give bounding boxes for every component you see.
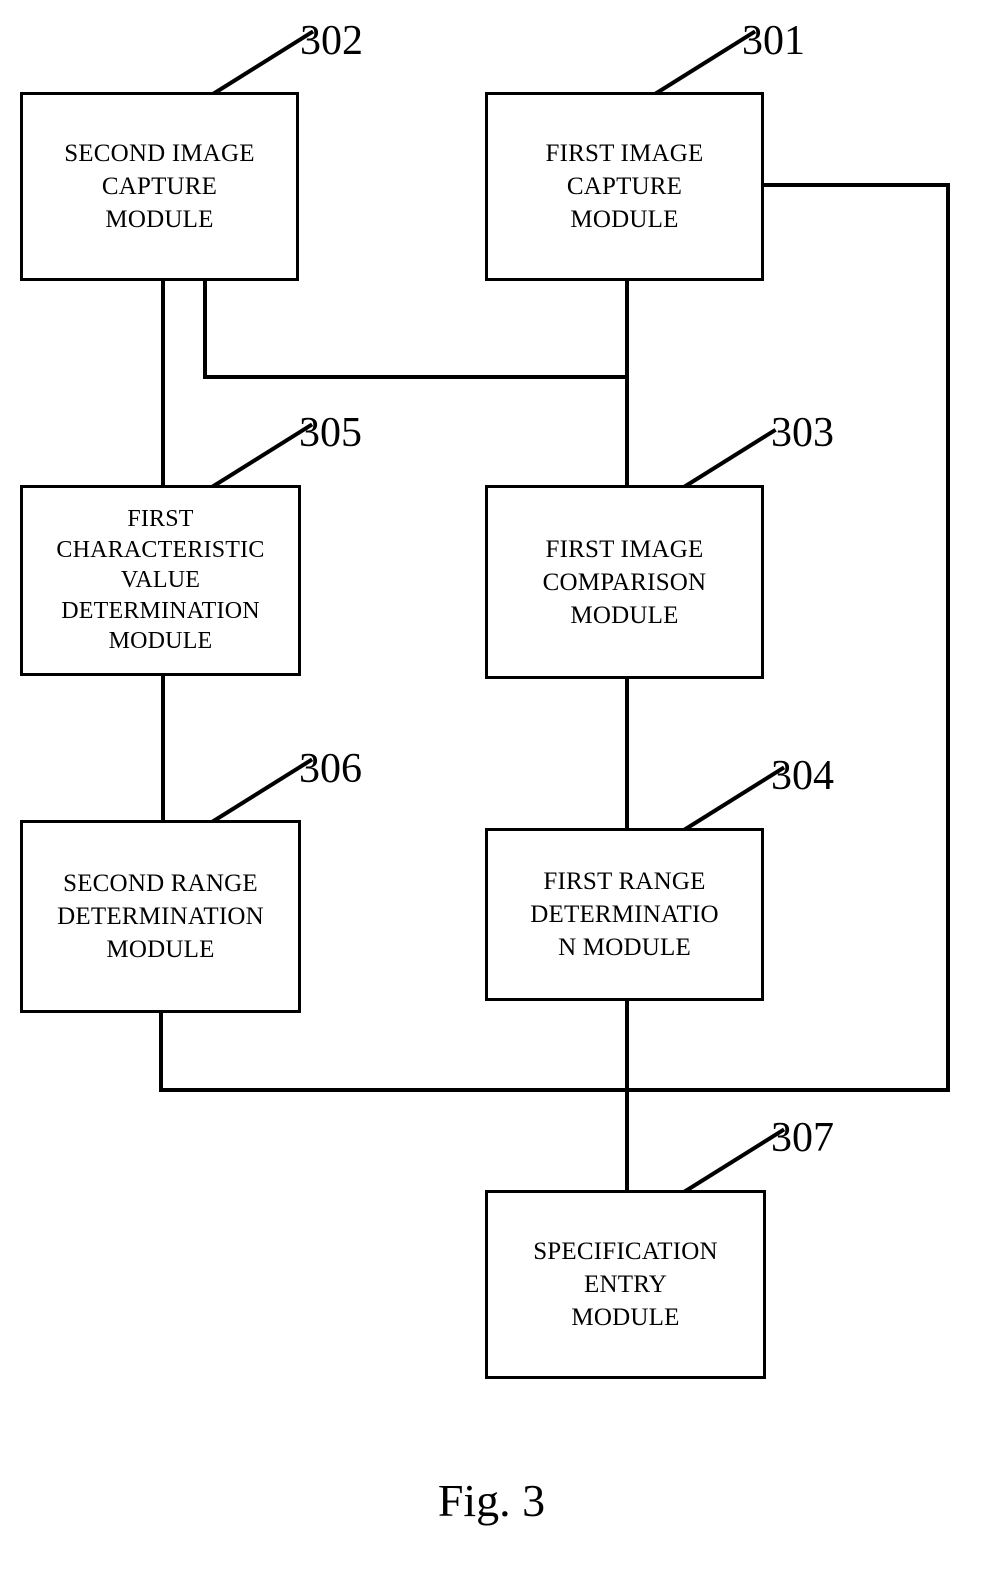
leader-line-307 (682, 1127, 786, 1194)
reference-numeral-306: 306 (299, 746, 362, 792)
first-image-capture-module[interactable]: FIRST IMAGE CAPTURE MODULE (485, 92, 764, 281)
reference-numeral-305: 305 (299, 410, 362, 456)
connector-right-rail (946, 183, 950, 1092)
connector-301-right-exit (762, 183, 950, 187)
reference-numeral-302: 302 (300, 18, 363, 64)
reference-numeral-307: 307 (771, 1115, 834, 1161)
leader-line-301 (653, 29, 757, 96)
first-characteristic-value-determination-module[interactable]: FIRST CHARACTERISTIC VALUE DETERMINATION… (20, 485, 301, 676)
first-image-capture-module-label: FIRST IMAGE CAPTURE MODULE (545, 140, 704, 233)
second-range-determination-module[interactable]: SECOND RANGE DETERMINATION MODULE (20, 820, 301, 1013)
connector-302-to-305 (161, 280, 165, 487)
second-image-capture-module-label: SECOND IMAGE CAPTURE MODULE (64, 140, 255, 233)
first-range-determination-module-label: FIRST RANGE DETERMINATIO N MODULE (530, 868, 719, 961)
first-characteristic-value-determination-module-label: FIRST CHARACTERISTIC VALUE DETERMINATION… (56, 506, 265, 655)
second-range-determination-module-label: SECOND RANGE DETERMINATION MODULE (57, 870, 264, 963)
leader-line-305 (210, 422, 314, 489)
first-image-comparison-module-label: FIRST IMAGE COMPARISON MODULE (542, 535, 707, 629)
leader-line-303 (682, 428, 777, 489)
connector-302-branch-vertical (203, 280, 207, 379)
reference-numeral-303: 303 (771, 410, 834, 456)
second-image-capture-module[interactable]: SECOND IMAGE CAPTURE MODULE (20, 92, 299, 281)
leader-line-304 (682, 765, 786, 832)
first-image-comparison-module[interactable]: FIRST IMAGE COMPARISON MODULE (485, 485, 764, 679)
reference-numeral-301: 301 (742, 18, 805, 64)
specification-entry-module-label: SPECIFICATION ENTRY MODULE (533, 1238, 718, 1331)
connector-bottom-bus (159, 1088, 950, 1092)
connector-304-to-307 (625, 999, 629, 1191)
leader-line-306 (210, 757, 314, 824)
connector-306-to-bus (159, 1011, 163, 1092)
connector-305-to-306 (161, 674, 165, 822)
first-range-determination-module[interactable]: FIRST RANGE DETERMINATIO N MODULE (485, 828, 764, 1001)
connector-302-branch-horizontal (203, 375, 629, 379)
patent-figure-3: 302 301 305 303 306 304 307 SECOND IMAGE… (0, 0, 983, 1582)
connector-301-to-303 (625, 280, 629, 487)
leader-line-302 (211, 29, 315, 96)
figure-caption: Fig. 3 (437, 1475, 546, 1526)
connector-303-to-304 (625, 677, 629, 830)
specification-entry-module[interactable]: SPECIFICATION ENTRY MODULE (485, 1190, 766, 1379)
reference-numeral-304: 304 (771, 753, 834, 799)
